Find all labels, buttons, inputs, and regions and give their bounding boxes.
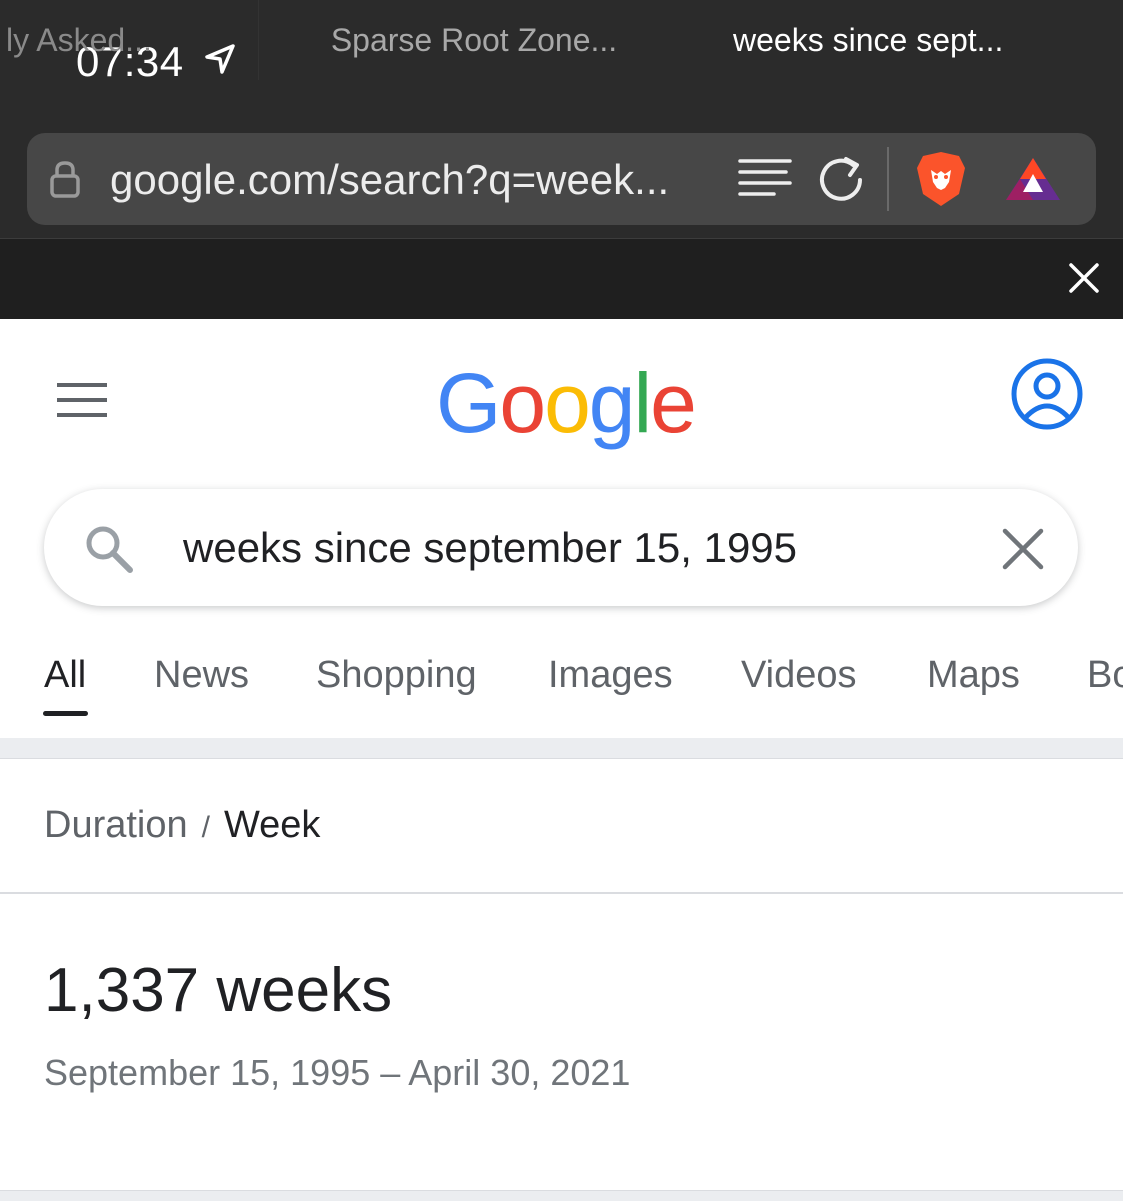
- search-input[interactable]: weeks since september 15, 1995: [183, 524, 797, 572]
- breadcrumb-current[interactable]: Week: [224, 804, 320, 846]
- filter-all[interactable]: All: [44, 654, 86, 697]
- filter-videos[interactable]: Videos: [741, 654, 857, 697]
- logo-letter: o: [544, 356, 591, 450]
- hamburger-menu-icon[interactable]: [56, 382, 108, 418]
- result-value: 1,337 weeks: [44, 956, 393, 1025]
- tab-sparse-root-zone[interactable]: Sparse Root Zone...: [258, 0, 689, 80]
- filter-shopping[interactable]: Shopping: [316, 654, 477, 697]
- close-tab-icon[interactable]: [1068, 262, 1100, 294]
- result-date-range: September 15, 1995 – April 30, 2021: [44, 1052, 631, 1093]
- account-icon[interactable]: [1010, 357, 1084, 431]
- section-separator: [0, 738, 1123, 759]
- google-logo[interactable]: Google: [436, 355, 697, 452]
- logo-letter: G: [436, 356, 501, 450]
- reload-icon[interactable]: [816, 155, 868, 205]
- tab-weeks-since-september[interactable]: weeks since sept...: [690, 0, 1123, 80]
- tab-strip: [0, 238, 1123, 319]
- url-text[interactable]: google.com/search?q=week...: [110, 156, 669, 204]
- breadcrumb-separator: /: [201, 811, 210, 844]
- active-filter-indicator: [43, 711, 88, 716]
- brave-shields-icon[interactable]: [915, 150, 967, 208]
- tab-people-also-asked[interactable]: ly Asked...: [0, 0, 256, 80]
- logo-letter: e: [650, 356, 697, 450]
- breadcrumb-parent[interactable]: Duration: [44, 804, 188, 846]
- lock-icon: [50, 161, 80, 198]
- search-icon[interactable]: [84, 524, 134, 574]
- filter-maps[interactable]: Maps: [927, 654, 1020, 697]
- reader-mode-icon[interactable]: [738, 157, 792, 201]
- logo-letter: o: [499, 356, 546, 450]
- brave-rewards-icon[interactable]: [1004, 156, 1062, 202]
- logo-letter: l: [633, 356, 653, 450]
- toolbar-divider: [887, 147, 889, 211]
- divider: [0, 892, 1123, 894]
- logo-letter: g: [588, 356, 636, 450]
- search-filter-tabs: All News Shopping Images Videos Maps Bo: [0, 640, 1123, 720]
- breadcrumb: Duration / Week: [44, 804, 320, 847]
- filter-news[interactable]: News: [154, 654, 249, 697]
- clear-search-icon[interactable]: [1002, 528, 1044, 570]
- filter-books[interactable]: Bo: [1087, 654, 1123, 697]
- section-separator-bottom: [0, 1190, 1123, 1201]
- filter-images[interactable]: Images: [548, 654, 673, 697]
